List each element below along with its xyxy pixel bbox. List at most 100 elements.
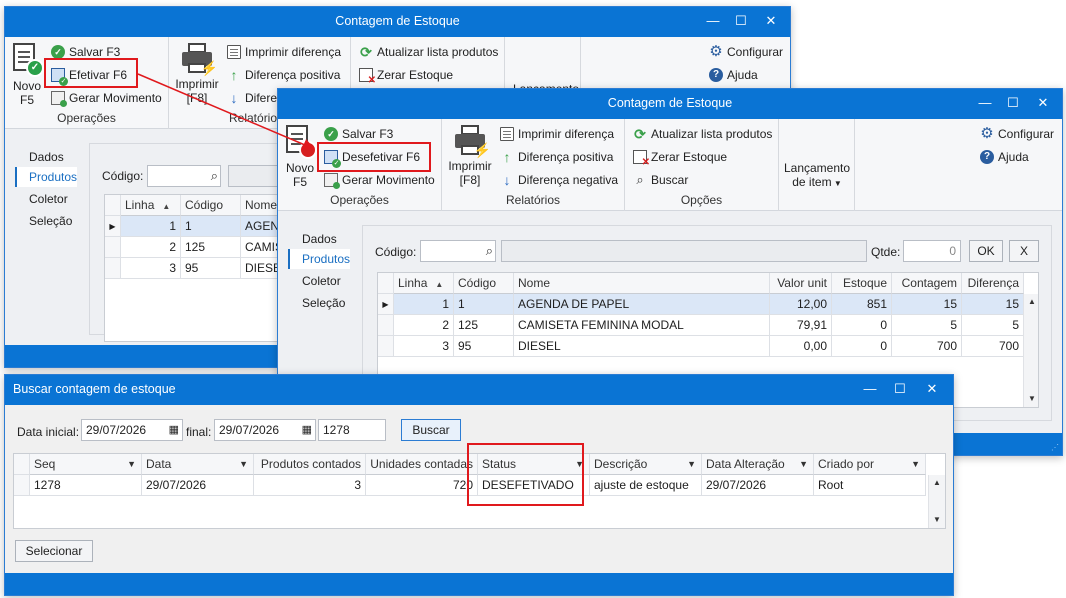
minimize-button[interactable]: — [700,11,726,31]
col-data[interactable]: Data ▼ [142,454,254,475]
col-contagem[interactable]: Contagem [892,273,962,294]
vertical-scrollbar[interactable]: ▲ ▼ [1023,294,1038,407]
col-codigo[interactable]: Código [181,195,241,216]
seq-input[interactable]: 1278 [318,419,386,441]
sidebar-item-dados[interactable]: Dados [15,147,77,167]
titlebar: Buscar contagem de estoque — ☐ ✕ [5,375,953,405]
atualizar-lista-button[interactable]: ⟳ Atualizar lista produtos [633,124,772,144]
cell-codigo: 95 [181,258,241,279]
sidebar-item-produtos[interactable]: Produtos [288,249,350,269]
minimize-button[interactable]: — [972,93,998,113]
calendar-icon[interactable]: ▦ [302,420,312,440]
cancel-x-button[interactable]: X [1009,240,1039,262]
novo-button[interactable]: − Novo F5 [282,125,318,189]
configurar-button[interactable]: ⚙ Configurar [980,124,1054,144]
dropdown-icon[interactable]: ▼ [911,454,920,474]
diferenca-positiva-button[interactable]: ↑ Diferença positiva [500,147,614,167]
highlight-desefetivar [317,142,431,172]
buscar-button[interactable]: ⌕ Buscar [633,170,688,190]
gerar-movimento-button[interactable]: Gerar Movimento [51,88,162,108]
diferenca-negativa-button[interactable]: ↓ Diferença negativa [500,170,619,190]
chevron-down-icon: ▼ [831,179,842,188]
minimize-button[interactable]: — [857,379,883,399]
table-row[interactable]: ▶ 1 1 AGENDA DE PAPEL 12,00 851 15 15 [378,294,1038,315]
ajuda-button[interactable]: ? Ajuda [709,65,758,85]
data-inicial-value: 29/07/2026 [86,423,147,437]
col-codigo[interactable]: Código [454,273,514,294]
col-data-alteracao[interactable]: Data Alteração ▼ [702,454,814,475]
codigo-input[interactable]: ⌕ [420,240,496,262]
vertical-scrollbar[interactable]: ▲ ▼ [928,475,945,528]
table-row[interactable]: 2 125 CAMISETA FEMININA MODAL 79,91 0 5 … [378,315,1038,336]
gerar-movimento-button[interactable]: Gerar Movimento [324,170,435,190]
selecionar-button[interactable]: Selecionar [15,540,93,562]
imprimir-diferenca-button[interactable]: Imprimir diferença [227,42,341,62]
maximize-button[interactable]: ☐ [887,379,913,399]
zerar-estoque-button[interactable]: Zerar Estoque [633,147,727,168]
imprimir-diferenca-button[interactable]: Imprimir diferença [500,124,614,144]
novo-button[interactable]: ✓ Novo F5 [9,43,45,107]
imprimir-button[interactable]: ⚡ Imprimir [F8] [173,43,221,105]
cell-diferenca: 5 [962,315,1024,336]
lancamento-item-button[interactable]: Lançamento de item ▼ [779,161,855,191]
close-button[interactable]: ✕ [758,11,784,31]
atualizar-lista-button[interactable]: ⟳ Atualizar lista produtos [359,42,498,62]
scroll-down-icon[interactable]: ▼ [1024,391,1038,407]
qtde-input[interactable]: 0 [903,240,961,262]
resize-grip-icon[interactable]: ⋰ [1051,444,1059,452]
col-descricao[interactable]: Descrição ▼ [590,454,702,475]
scroll-up-icon[interactable]: ▲ [929,475,945,491]
dropdown-icon[interactable]: ▼ [239,454,248,474]
col-estoque[interactable]: Estoque [832,273,892,294]
table-row[interactable]: 3 95 DIESEL 0,00 0 700 700 [378,336,1038,357]
col-nome[interactable]: Nome [514,273,770,294]
close-button[interactable]: ✕ [919,379,945,399]
highlight-efetivar [44,58,138,88]
ajuda-label: Ajuda [727,68,758,82]
printer-icon: ⚡ [453,125,491,157]
close-button[interactable]: ✕ [1030,93,1056,113]
grid-header: Linha ▲ Código Nome Valor unit Estoque Co… [378,273,1038,294]
zerar-estoque-button[interactable]: Zerar Estoque [359,65,453,86]
col-produtos-contados[interactable]: Produtos contados [254,454,366,475]
arrow-down-icon: ↓ [503,172,511,188]
scroll-down-icon[interactable]: ▼ [929,512,945,528]
sidebar-item-dados[interactable]: Dados [288,229,350,249]
diferenca-positiva-button[interactable]: ↑ Diferença positiva [227,65,341,85]
calendar-icon[interactable]: ▦ [169,420,179,440]
imprimir-button[interactable]: ⚡ Imprimir [F8] [446,125,494,187]
check-icon: ✓ [51,45,65,59]
col-valor-unit[interactable]: Valor unit [770,273,832,294]
sidebar-item-produtos[interactable]: Produtos [15,167,77,187]
ok-button[interactable]: OK [969,240,1003,262]
sidebar-item-selecao[interactable]: Seleção [15,211,77,231]
cell-contagem: 15 [892,294,962,315]
sidebar-item-coletor[interactable]: Coletor [288,271,350,291]
dropdown-icon[interactable]: ▼ [687,454,696,474]
dropdown-icon[interactable]: ▼ [799,454,808,474]
dropdown-icon[interactable]: ▼ [127,454,136,474]
data-inicial-field[interactable]: 29/07/2026 ▦ [81,419,183,441]
maximize-button[interactable]: ☐ [728,11,754,31]
cell-codigo: 1 [181,216,241,237]
sidebar-item-coletor[interactable]: Coletor [15,189,77,209]
buscar-button[interactable]: Buscar [401,419,461,441]
codigo-input[interactable]: ⌕ [147,165,221,187]
diferenca-negativa-button[interactable]: ↓ Difere [227,88,278,108]
sidebar-item-selecao[interactable]: Seleção [288,293,350,313]
salvar-button[interactable]: ✓ Salvar F3 [324,124,393,144]
col-unidades-contadas[interactable]: Unidades contadas [366,454,478,475]
col-linha[interactable]: Linha ▲ [394,273,454,294]
data-final-field[interactable]: 29/07/2026 ▦ [214,419,316,441]
new-document-icon: ✓ [10,43,44,77]
ajuda-button[interactable]: ? Ajuda [980,147,1029,167]
col-diferenca[interactable]: Diferença [962,273,1024,294]
col-seq[interactable]: Seq ▼ [30,454,142,475]
cell-linha: 1 [394,294,454,315]
cell-criado-por: Root [814,475,926,496]
col-linha[interactable]: Linha ▲ [121,195,181,216]
col-criado-por[interactable]: Criado por ▼ [814,454,926,475]
scroll-up-icon[interactable]: ▲ [1024,294,1038,310]
configurar-button[interactable]: ⚙ Configurar [709,42,783,62]
maximize-button[interactable]: ☐ [1000,93,1026,113]
